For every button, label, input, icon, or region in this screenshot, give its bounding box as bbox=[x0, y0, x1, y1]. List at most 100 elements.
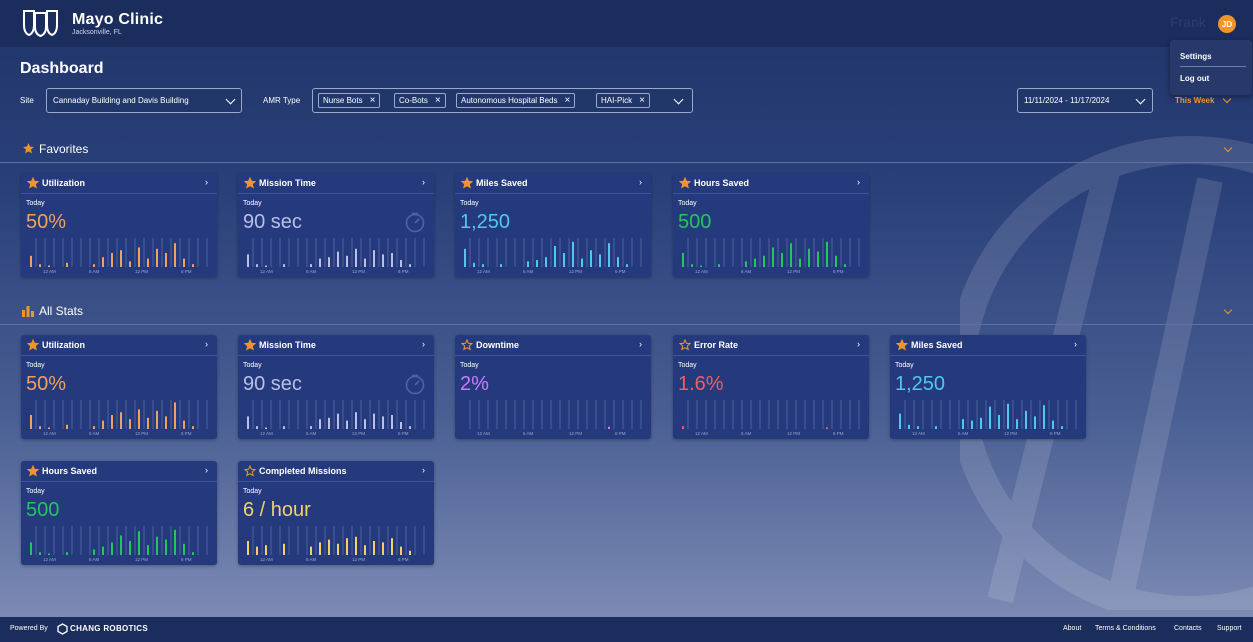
chart-bar bbox=[682, 426, 684, 429]
chart-bar bbox=[545, 257, 547, 267]
card-period: Today bbox=[26, 200, 45, 207]
chart-bar bbox=[120, 250, 122, 267]
chevron-right-icon[interactable]: › bbox=[639, 339, 642, 349]
star-outline-icon[interactable] bbox=[461, 339, 473, 351]
chip-label: Nurse Bots bbox=[323, 96, 363, 105]
stat-card[interactable]: Hours Saved › Today 500 12 AM 6 AM 12 PM 6 PM bbox=[21, 461, 217, 565]
chevron-right-icon[interactable]: › bbox=[422, 177, 425, 187]
star-outline-icon[interactable] bbox=[679, 339, 691, 351]
chevron-right-icon[interactable]: › bbox=[422, 465, 425, 475]
chart-bar bbox=[183, 543, 185, 555]
close-icon[interactable]: × bbox=[565, 95, 571, 106]
close-icon[interactable]: × bbox=[435, 95, 441, 106]
card-title: Mission Time bbox=[259, 178, 316, 188]
amr-type-label: AMR Type bbox=[263, 96, 301, 105]
star-filled-icon[interactable] bbox=[244, 177, 256, 189]
chart-bar bbox=[328, 417, 330, 429]
stat-card[interactable]: Completed Missions › Today 6 / hour 12 AM 6 A… bbox=[238, 461, 434, 565]
card-divider bbox=[21, 481, 217, 482]
menu-item-logout[interactable]: Log out bbox=[1180, 74, 1209, 83]
card-divider bbox=[673, 193, 869, 194]
footer-link-support[interactable]: Support bbox=[1217, 625, 1242, 632]
stat-card[interactable]: Downtime › Today 2% 12 AM 6 AM 12 PM 6 PM bbox=[455, 335, 651, 439]
chart-bar bbox=[391, 538, 393, 555]
card-value: 1,250 bbox=[460, 211, 511, 233]
close-icon[interactable]: × bbox=[639, 95, 645, 106]
card-period: Today bbox=[243, 362, 262, 369]
stat-card[interactable]: Mission Time › Today 90 sec 12 AM 6 AM 12 PM 6 … bbox=[238, 173, 434, 277]
star-filled-icon[interactable] bbox=[27, 339, 39, 351]
card-period: Today bbox=[460, 362, 479, 369]
amr-chip[interactable]: Nurse Bots × bbox=[318, 93, 381, 108]
footer-link-terms[interactable]: Terms & Conditions bbox=[1095, 625, 1156, 632]
chart-bar bbox=[256, 546, 258, 555]
stat-card[interactable]: Miles Saved › Today 1,250 12 AM 6 AM 12 PM 6 PM bbox=[890, 335, 1086, 439]
star-outline-icon[interactable] bbox=[244, 465, 256, 477]
stat-card[interactable]: Mission Time › Today 90 sec 12 AM 6 AM 12 PM 6 … bbox=[238, 335, 434, 439]
chart-bar bbox=[482, 264, 484, 267]
star-filled-icon[interactable] bbox=[244, 339, 256, 351]
stat-card[interactable]: Error Rate › Today 1.6% 12 AM 6 AM 12 PM 6 PM bbox=[673, 335, 869, 439]
card-period: Today bbox=[243, 200, 262, 207]
star-filled-icon[interactable] bbox=[27, 177, 39, 189]
chart-bar bbox=[536, 260, 538, 267]
chevron-right-icon[interactable]: › bbox=[205, 339, 208, 349]
date-range-select[interactable]: 11/11/2024 - 11/17/2024 bbox=[1017, 88, 1153, 113]
chart-bar bbox=[464, 248, 466, 267]
chart-bar bbox=[66, 262, 68, 267]
card-bar-chart: 12 AM 6 AM 12 PM 6 PM bbox=[30, 400, 208, 436]
card-value: 500 bbox=[678, 211, 712, 233]
chart-bar bbox=[772, 247, 774, 267]
stat-card[interactable]: Utilization › Today 50% 12 AM 6 AM 12 PM 6 PM bbox=[21, 335, 217, 439]
chart-bar bbox=[400, 546, 402, 555]
card-bar-chart: 12 AM 6 AM 12 PM 6 PM bbox=[247, 526, 425, 562]
section-divider bbox=[0, 162, 1253, 163]
amr-chip[interactable]: Autonomous Hospital Beds × bbox=[456, 93, 576, 108]
card-title: Completed Missions bbox=[259, 466, 347, 476]
chevron-right-icon[interactable]: › bbox=[205, 465, 208, 475]
chart-bar bbox=[355, 536, 357, 555]
chart-tick-label: 6 PM bbox=[833, 269, 844, 274]
close-icon[interactable]: × bbox=[370, 95, 376, 106]
chart-bar bbox=[102, 420, 104, 429]
star-filled-icon[interactable] bbox=[679, 177, 691, 189]
card-divider bbox=[238, 481, 434, 482]
menu-item-settings[interactable]: Settings bbox=[1180, 52, 1212, 61]
chevron-right-icon[interactable]: › bbox=[639, 177, 642, 187]
chevron-right-icon[interactable]: › bbox=[205, 177, 208, 187]
star-filled-icon[interactable] bbox=[896, 339, 908, 351]
chart-tick-label: 6 AM bbox=[958, 431, 969, 436]
chart-tick-label: 6 PM bbox=[181, 431, 192, 436]
card-value: 50% bbox=[26, 373, 67, 395]
amr-chip[interactable]: Co-Bots × bbox=[394, 93, 446, 108]
footer-link-about[interactable]: About bbox=[1063, 625, 1081, 632]
star-filled-icon[interactable] bbox=[27, 465, 39, 477]
user-name[interactable]: Frank bbox=[1170, 14, 1206, 30]
chart-tick-label: 6 PM bbox=[1050, 431, 1061, 436]
stat-card[interactable]: Utilization › Today 50% 12 AM 6 AM 12 PM 6 PM bbox=[21, 173, 217, 277]
card-period: Today bbox=[678, 362, 697, 369]
chart-bar bbox=[590, 250, 592, 267]
star-filled-icon[interactable] bbox=[461, 177, 473, 189]
chevron-right-icon[interactable]: › bbox=[857, 339, 860, 349]
chart-bar bbox=[174, 402, 176, 429]
avatar[interactable]: JD bbox=[1218, 15, 1236, 33]
chart-bar bbox=[908, 424, 910, 429]
amr-chip[interactable]: HAI-Pick × bbox=[596, 93, 650, 108]
chevron-right-icon[interactable]: › bbox=[422, 339, 425, 349]
chart-bar bbox=[382, 542, 384, 555]
chart-bar bbox=[844, 264, 846, 267]
footer-link-contacts[interactable]: Contacts bbox=[1174, 625, 1202, 632]
amr-type-select[interactable]: Nurse Bots × Co-Bots × Autonomous Hospital… bbox=[312, 88, 693, 113]
chevron-right-icon[interactable]: › bbox=[1074, 339, 1077, 349]
chevron-down-icon[interactable] bbox=[1222, 94, 1232, 104]
site-select[interactable]: Cannaday Building and Davis Building bbox=[46, 88, 242, 113]
stat-card[interactable]: Hours Saved › Today 500 12 AM 6 AM 12 PM 6 PM bbox=[673, 173, 869, 277]
chart-bar bbox=[691, 264, 693, 267]
stat-card[interactable]: Miles Saved › Today 1,250 12 AM 6 AM 12 PM 6 PM bbox=[455, 173, 651, 277]
card-divider bbox=[890, 355, 1086, 356]
chart-bar bbox=[283, 543, 285, 555]
chart-bar bbox=[337, 251, 339, 267]
chevron-right-icon[interactable]: › bbox=[857, 177, 860, 187]
range-preset-select[interactable]: This Week bbox=[1175, 96, 1214, 105]
